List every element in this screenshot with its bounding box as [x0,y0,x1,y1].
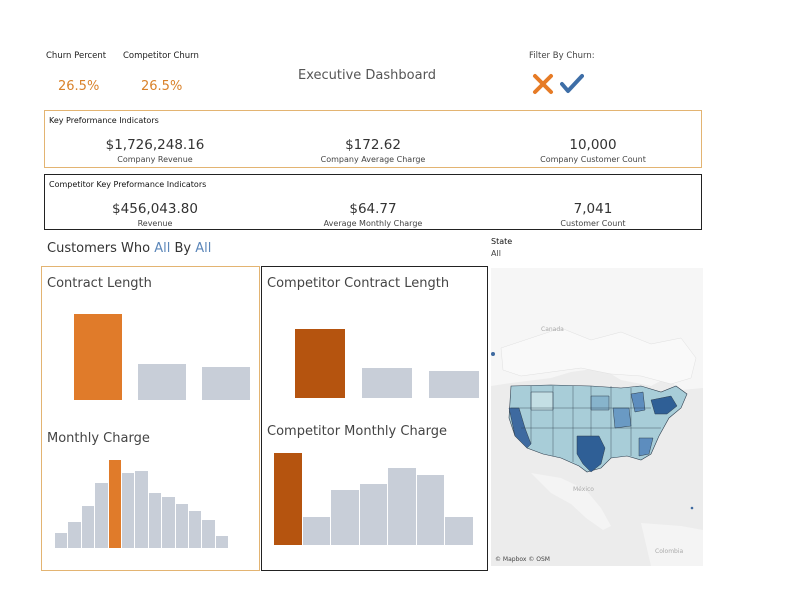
histogram-bar [135,471,148,548]
kpi-company-customer-count: 10,000 Company Customer Count [493,137,693,164]
kpi-value: $172.62 [345,137,401,153]
histogram-bar [95,482,108,548]
histogram-bar [189,511,202,548]
kpi-label: Company Revenue [117,155,193,164]
histogram-bar [359,484,387,545]
bar-two-year [361,367,412,398]
kpi-panel: Key Preformance Indicators $1,726,248.16… [44,110,702,168]
competitor-kpi-heading: Competitor Key Preformance Indicators [49,180,207,189]
histogram-bar [445,517,473,545]
map-label-colombia: Colombia [655,548,684,555]
bar-month-to-month [74,314,122,400]
contract-length-title: Contract Length [47,276,152,291]
churn-percent-label: Churn Percent [46,51,107,61]
customers-who-parameter[interactable]: All [154,241,170,256]
churn-yes-filter-x-icon[interactable] [532,73,554,95]
monthly-charge-chart [42,450,258,570]
kpi-value: 7,041 [573,201,613,217]
bar-two-year [138,363,186,400]
kpi-company-average-charge: $172.62 Company Average Charge [273,137,473,164]
competitor-kpi-panel: Competitor Key Preformance Indicators $4… [44,174,702,230]
histogram-bar [331,489,359,545]
kpi-label: Revenue [137,219,173,228]
competitor-churn-label: Competitor Churn [123,51,199,61]
histogram-bar [274,453,302,545]
checkmark-icon [560,74,584,93]
churn-percent-value: 26.5% [58,79,100,94]
competitor-monthly-charge-chart [262,446,486,570]
churn-no-filter-check-icon[interactable] [560,73,584,95]
histogram-bar [388,467,416,545]
histogram-bar [202,519,215,548]
kpi-value: 10,000 [569,137,617,153]
histogram-bar [68,522,81,548]
histogram-bar [215,535,229,548]
competitor-contract-length-chart [262,300,486,418]
competitor-churn-value: 26.5% [141,79,183,94]
kpi-competitor-average-monthly-charge: $64.77 Average Monthly Charge [273,201,473,228]
state-filter-dropdown[interactable]: All [491,249,501,258]
kpi-company-revenue: $1,726,248.16 Company Revenue [55,137,255,164]
map-label-canada: Canada [541,326,564,333]
histogram-bar [302,517,330,545]
histogram-bar [162,496,175,548]
histogram-bar [148,492,162,548]
histogram-bar [122,473,135,548]
histogram-bar [416,475,444,545]
histogram-bar [108,460,121,548]
kpi-competitor-revenue: $456,043.80 Revenue [55,201,255,228]
bar-one-year [428,371,479,398]
customers-heading-prefix: Customers Who [47,241,155,256]
kpi-value: $1,726,248.16 [105,137,205,153]
monthly-charge-title: Monthly Charge [47,431,150,446]
competitor-contract-length-title: Competitor Contract Length [267,276,450,291]
histogram-bar [81,505,95,548]
filter-by-churn-label: Filter By Churn: [529,51,595,61]
contract-length-chart [42,300,258,425]
competitor-monthly-charge-title: Competitor Monthly Charge [267,424,448,439]
kpi-heading: Key Preformance Indicators [49,116,159,125]
customers-heading-middle: By [170,241,196,256]
state-filter-label: State [491,237,513,246]
histogram-bar [175,504,188,548]
kpi-competitor-customer-count: 7,041 Customer Count [493,201,693,228]
close-icon [533,74,553,94]
histogram-bar [55,533,68,548]
map-credit: © Mapbox © OSM [495,556,550,563]
kpi-label: Average Monthly Charge [323,219,423,228]
state-map[interactable]: Canada México Colombia © Mapbox © OSM [491,268,703,566]
bar-month-to-month [294,328,345,398]
customers-by-parameter[interactable]: All [195,241,211,256]
kpi-value: $64.77 [349,201,397,217]
customers-heading: Customers Who All By All [47,241,211,256]
map-label-mexico: México [573,486,594,493]
kpi-label: Company Average Charge [320,155,426,164]
kpi-label: Company Customer Count [540,155,646,164]
usa-map-graphic [491,268,703,566]
bar-one-year [202,366,250,400]
kpi-value: $456,043.80 [112,201,198,217]
page-title: Executive Dashboard [298,68,436,83]
kpi-label: Customer Count [560,219,626,228]
